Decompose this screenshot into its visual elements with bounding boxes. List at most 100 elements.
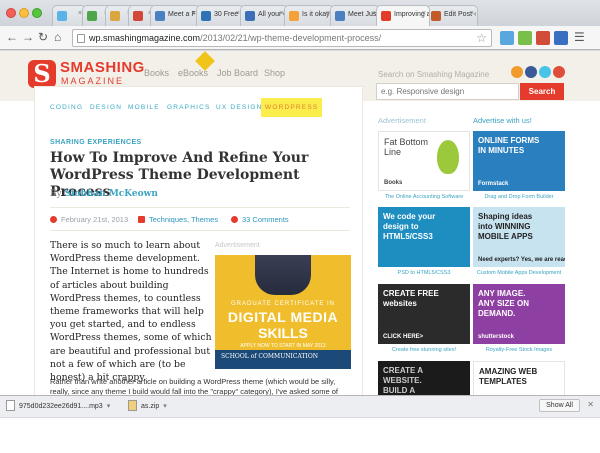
meta-divider — [50, 230, 350, 231]
article-comments[interactable]: 33 Comments — [231, 215, 289, 224]
reload-icon[interactable]: ↻ — [38, 31, 48, 43]
close-tab-icon[interactable]: × — [422, 10, 426, 17]
search-button[interactable]: Search — [520, 83, 564, 100]
category-design[interactable]: DESIGN — [90, 104, 122, 111]
sidebar-ad[interactable]: ONLINE FORMS IN MINUTES Formstack — [473, 131, 565, 191]
sidebar-ad-text: We code your design to HTML5/CSS3 — [383, 212, 436, 241]
chevron-down-icon[interactable]: ▾ — [163, 403, 167, 410]
nav-books[interactable]: Books — [144, 68, 169, 78]
browser-tab[interactable]: Meet a Forum× — [150, 5, 200, 26]
advertisement-label: Advertisement — [215, 242, 260, 249]
article-date: February 21st, 2013 — [50, 215, 128, 224]
forward-icon[interactable]: → — [22, 31, 34, 43]
browser-toolbar: ← → ↻ ⌂ wp.smashingmagazine.com/2013/02/… — [0, 26, 600, 50]
inline-advertisement[interactable]: GRADUATE CERTIFICATE IN DIGITAL MEDIA SK… — [215, 255, 351, 369]
chevron-down-icon[interactable]: ▾ — [107, 403, 111, 410]
sidebar-ad-caption[interactable]: Drag and Drop Form Builder — [473, 194, 565, 200]
back-icon[interactable]: ← — [6, 31, 18, 43]
search-input[interactable] — [376, 83, 519, 100]
category-mobile[interactable]: MOBILE — [128, 104, 160, 111]
browser-tab[interactable]: Meet Justin S× — [330, 5, 380, 26]
sidebar-advertisement-label: Advertisement — [378, 116, 426, 125]
advertise-link[interactable]: Advertise with us! — [473, 116, 532, 125]
sidebar-ad[interactable]: Fat Bottom Line Books — [378, 131, 470, 191]
extension-icon[interactable] — [518, 31, 532, 45]
sidebar-ad-text: CREATE A WEBSITE. BUILD A STORE. — [383, 366, 423, 395]
sidebar-ad[interactable]: We code your design to HTML5/CSS3 — [378, 207, 470, 267]
category-ux-design[interactable]: UX DESIGN — [216, 104, 263, 111]
nav-ebooks[interactable]: eBooks — [178, 68, 208, 78]
category-graphics[interactable]: GRAPHICS — [167, 104, 211, 111]
browser-tab[interactable]: 30 Free Icon F× — [196, 5, 244, 26]
extension-icon[interactable] — [554, 31, 568, 45]
sidebar-ad[interactable]: Shaping ideas into WINNING MOBILE APPS Ne… — [473, 207, 565, 267]
browser-tab[interactable]: All your conte× — [240, 5, 288, 26]
download-name[interactable]: 975d0d232ee26d91....mp3 — [19, 403, 103, 410]
tab-favicon-icon — [110, 11, 120, 21]
zoom-window-button[interactable] — [32, 8, 42, 18]
close-shelf-icon[interactable]: ✕ — [587, 400, 594, 409]
sidebar-ad-brand: shutterstock — [478, 334, 515, 340]
sidebar-ad-brand: Books — [384, 180, 403, 186]
rss-icon[interactable] — [511, 66, 523, 78]
file-icon — [6, 400, 15, 411]
browser-tab[interactable]: Improving and× — [376, 5, 430, 26]
sidebar-ad-caption[interactable]: Royalty-Free Stock Images — [473, 347, 565, 353]
archive-icon — [128, 400, 137, 411]
category-wordpress[interactable]: WORDPRESS — [261, 98, 323, 117]
minimize-window-button[interactable] — [19, 8, 29, 18]
author-link[interactable]: Siobhan McKeown — [65, 189, 158, 199]
twitter-icon[interactable] — [539, 66, 551, 78]
date-text: February 21st, 2013 — [61, 215, 129, 224]
extension-icon[interactable] — [500, 31, 514, 45]
browser-tab[interactable]: Is it okay to u× — [284, 5, 334, 26]
url-host: wp.smashingmagazine.com — [89, 33, 201, 43]
article-tags[interactable]: Techniques, Themes — [138, 215, 218, 224]
comments-text[interactable]: 33 Comments — [242, 215, 289, 224]
download-item[interactable]: 975d0d232ee26d91....mp3 ▾ — [6, 400, 110, 411]
nav-job-board[interactable]: Job Board — [217, 68, 258, 78]
tab-favicon-icon — [155, 11, 165, 21]
extension-icon[interactable] — [536, 31, 550, 45]
nav-shop[interactable]: Shop — [264, 68, 285, 78]
sidebar-ad[interactable]: CREATE FREE websites CLICK HERE> — [378, 284, 470, 344]
ad-footer: SCHOOL of COMMUNICATION — [215, 350, 351, 369]
web-page: S SMASHING MAGAZINE Books eBooks Job Boa… — [0, 51, 600, 395]
sidebar-ad[interactable]: ANY IMAGE. ANY SIZE ON DEMAND. shuttersto… — [473, 284, 565, 344]
smashing-logo-icon[interactable]: S — [28, 60, 56, 88]
show-all-downloads-button[interactable]: Show All — [539, 399, 580, 412]
downloads-shelf: 975d0d232ee26d91....mp3 ▾ as.zip ▾ Show Al… — [0, 395, 600, 417]
sidebar-ad-caption[interactable]: Custom Mobile Apps Development — [473, 270, 565, 276]
search-label: Search on Smashing Magazine — [378, 70, 490, 79]
meta-divider — [50, 207, 350, 208]
browser-tab[interactable]: Edit Post ‹ WP× — [426, 5, 478, 26]
sidebar-ad-caption[interactable]: Create free stunning sites! — [378, 347, 470, 353]
close-window-button[interactable] — [6, 8, 16, 18]
sidebar-ad-caption[interactable]: PSD to HTML5/CSS3 — [378, 270, 470, 276]
tags-text[interactable]: Techniques, Themes — [149, 215, 218, 224]
close-tab-icon[interactable]: × — [470, 10, 474, 17]
tab-favicon-icon — [245, 11, 255, 21]
address-bar[interactable]: wp.smashingmagazine.com/2013/02/21/wp-th… — [72, 29, 492, 47]
sidebar-ad-caption[interactable]: The Online Accounting Software — [378, 194, 470, 200]
tab-favicon-icon — [57, 11, 67, 21]
logo-name[interactable]: SMASHING — [60, 59, 145, 76]
facebook-icon[interactable] — [525, 66, 537, 78]
browser-tab[interactable]: × — [52, 5, 86, 26]
home-icon[interactable]: ⌂ — [54, 31, 61, 43]
article-kicker[interactable]: SHARING EXPERIENCES — [50, 139, 142, 146]
ad-line-1: GRADUATE CERTIFICATE IN — [230, 301, 335, 307]
tab-favicon-icon — [381, 11, 391, 21]
category-coding[interactable]: CODING — [50, 104, 83, 111]
menu-icon[interactable]: ☰ — [574, 31, 588, 45]
sidebar-ad[interactable]: AMAZING WEB TEMPLATES — [473, 361, 565, 395]
download-name[interactable]: as.zip — [141, 403, 159, 410]
sidebar-ad[interactable]: CREATE A WEBSITE. BUILD A STORE. — [378, 361, 470, 395]
sidebar-ad-text: AMAZING WEB TEMPLATES — [479, 367, 538, 386]
browser-window: ××××Meet a Forum×30 Free Icon F×All your… — [0, 0, 600, 453]
google-plus-icon[interactable] — [553, 66, 565, 78]
bookmark-star-icon[interactable]: ☆ — [476, 31, 487, 45]
download-item[interactable]: as.zip ▾ — [128, 400, 167, 411]
tag-icon — [138, 216, 145, 223]
ad-line-4: APPLY NOW TO START IN MAY 2013 — [240, 343, 326, 349]
